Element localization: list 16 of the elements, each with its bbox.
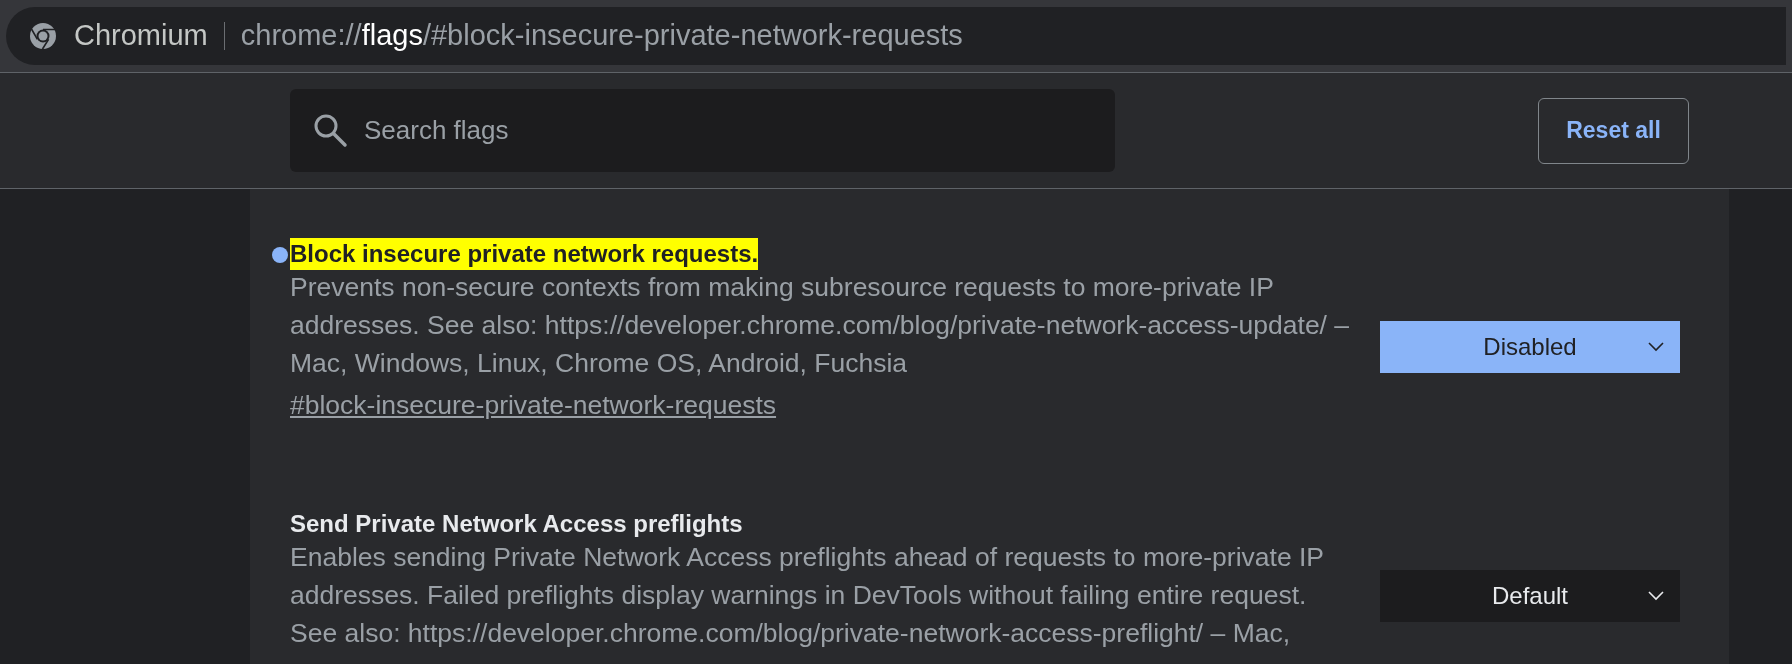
search-icon bbox=[312, 112, 348, 148]
flag-title: Send Private Network Access preflights bbox=[290, 509, 743, 539]
reset-all-button[interactable]: Reset all bbox=[1538, 97, 1689, 164]
browser-logo-icon bbox=[28, 21, 58, 51]
address-bar[interactable]: Chromium chrome://flags/#block-insecure-private-network-requests bbox=[6, 7, 1786, 65]
flag-description: Prevents non-secure contexts from making subresource requests to more-private IP addresses. See also: https://developer.chrome.com/blog/private-network-access-update/ – Mac, Windows, Linux, Chrome OS, Android, Fuchsia bbox=[290, 271, 1350, 380]
search-field[interactable]: Search flags bbox=[290, 89, 1115, 172]
flag-link[interactable]: #block-insecure-private-network-requests bbox=[290, 386, 777, 424]
chevron-down-icon bbox=[1648, 591, 1664, 601]
site-label: Chromium bbox=[74, 18, 208, 54]
flag-title: Block insecure private network requests. bbox=[290, 238, 759, 270]
flag-state-dropdown[interactable]: Disabled bbox=[1380, 321, 1680, 373]
flag-state-dropdown[interactable]: Default bbox=[1380, 570, 1680, 622]
flag-description: Enables sending Private Network Access preflights ahead of requests to more-private IP addresses. Failed preflights display warnings in DevTools without failing entire request. See also: https://developer.chrome.com/blog/private-network-access-preflight/ – Mac, bbox=[290, 541, 1325, 650]
url-text: chrome://flags/#block-insecure-private-network-requests bbox=[240, 18, 963, 54]
chevron-down-icon bbox=[1648, 342, 1664, 352]
